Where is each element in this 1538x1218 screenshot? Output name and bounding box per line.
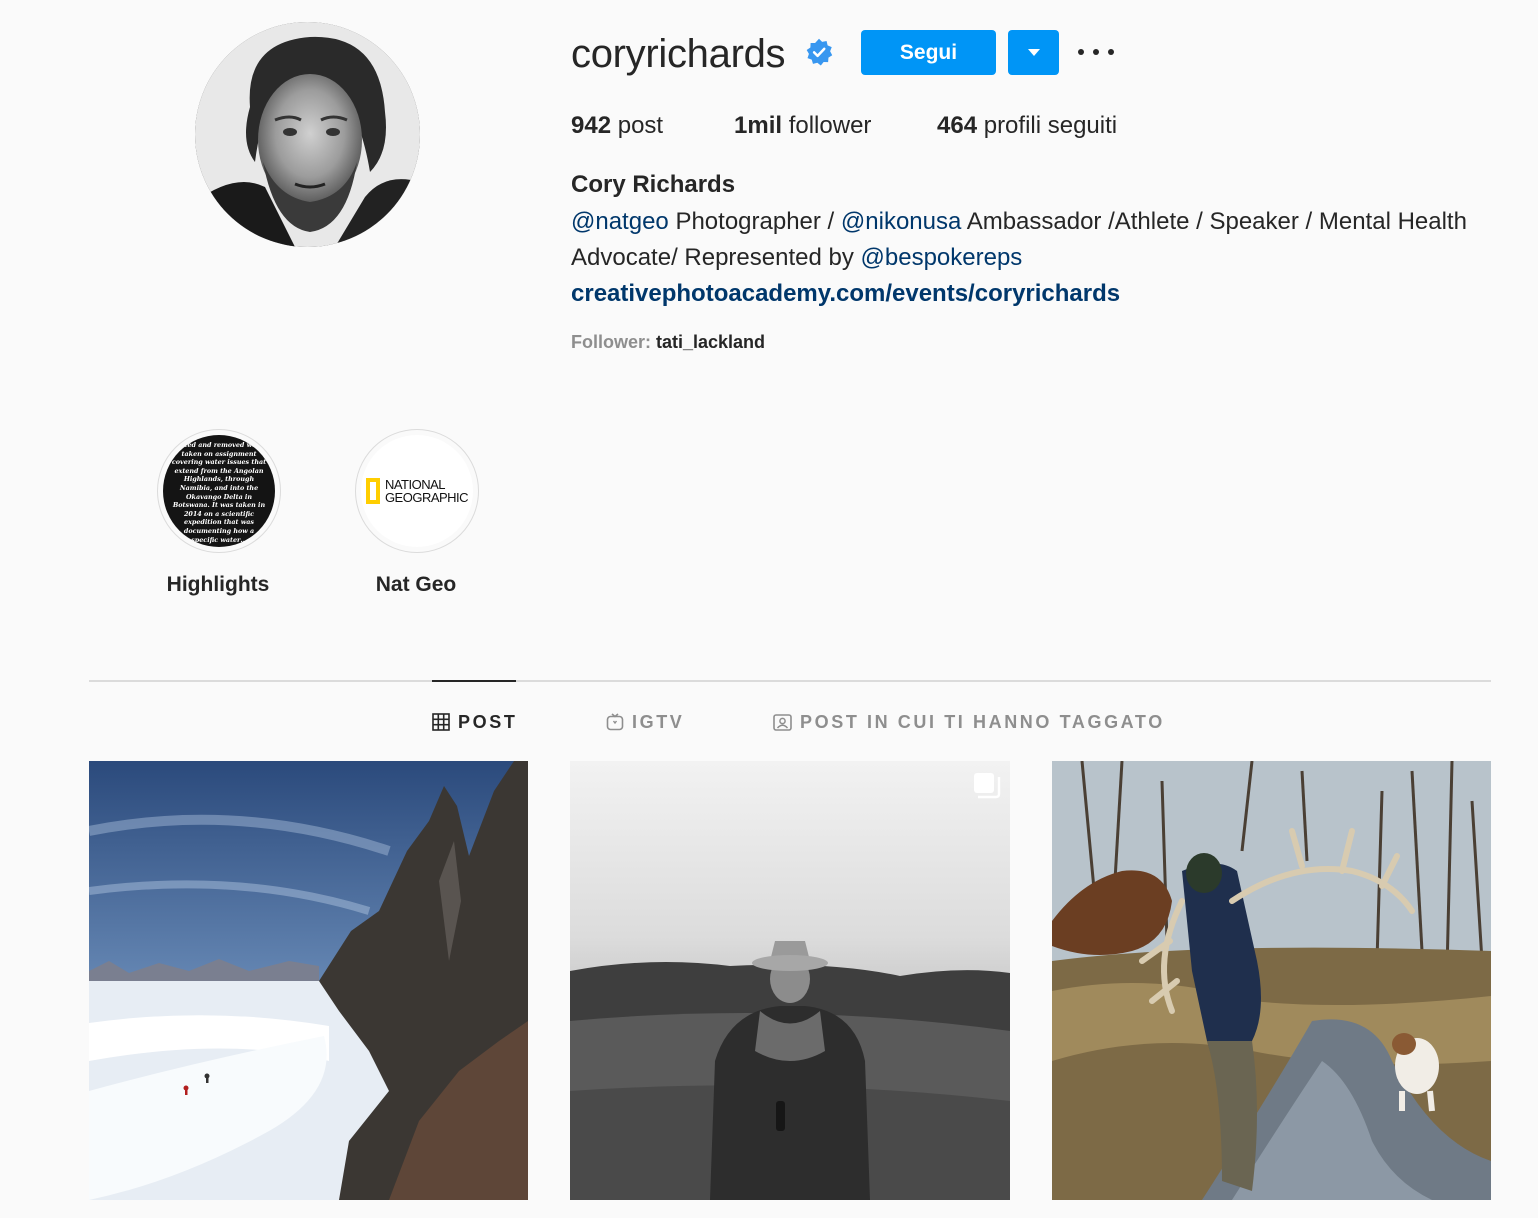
suggested-accounts-button[interactable] bbox=[1008, 30, 1059, 75]
post-thumbnail[interactable] bbox=[89, 761, 528, 1200]
more-dot bbox=[1108, 49, 1114, 55]
follow-button[interactable]: Segui bbox=[861, 30, 996, 75]
tab-label: IGTV bbox=[632, 711, 685, 732]
post-thumbnail[interactable] bbox=[570, 761, 1010, 1200]
followed-by-label: Follower: bbox=[571, 332, 656, 352]
tagged-icon bbox=[773, 714, 792, 731]
mention-natgeo-link[interactable]: @natgeo bbox=[571, 208, 669, 235]
website-link[interactable]: creativephotoacademy.com/events/coryrich… bbox=[571, 280, 1120, 307]
mountain-glacier-image bbox=[89, 761, 528, 1200]
more-options-icon bbox=[1078, 49, 1084, 55]
followers-count[interactable]: 1mil follower bbox=[734, 111, 871, 141]
username: coryrichards bbox=[571, 32, 786, 76]
more-options-button[interactable] bbox=[1078, 38, 1114, 66]
active-tab-indicator bbox=[432, 680, 516, 682]
bio: @natgeo Photographer / @nikonusa Ambassa… bbox=[571, 204, 1471, 312]
mention-nikonusa-link[interactable]: @nikonusa bbox=[841, 208, 961, 235]
highlight-highlights[interactable]: …ted and removed was taken on assignment… bbox=[157, 429, 281, 553]
portrait-cowboy-image bbox=[570, 761, 1010, 1200]
followed-by[interactable]: Follower: tati_lackland bbox=[571, 331, 765, 353]
more-dot bbox=[1093, 49, 1099, 55]
tab-post[interactable]: POST bbox=[432, 710, 517, 734]
bio-text: Photographer / bbox=[668, 208, 841, 235]
logo-line2: GEOGRAPHIC bbox=[384, 490, 469, 505]
highlight-label[interactable]: Highlights bbox=[118, 572, 318, 598]
yellow-frame-icon bbox=[365, 478, 380, 504]
elk-antlers-hunter-image bbox=[1052, 761, 1491, 1200]
posts-count: 942 post bbox=[571, 111, 663, 141]
posts-count-label: post bbox=[617, 112, 664, 139]
posts-count-value: 942 bbox=[571, 112, 612, 139]
following-count-value: 464 bbox=[937, 112, 978, 139]
full-name: Cory Richards bbox=[571, 171, 736, 198]
caret-down-icon bbox=[1027, 49, 1040, 56]
verified-badge-icon bbox=[805, 38, 833, 66]
igtv-icon bbox=[606, 713, 624, 731]
post-thumbnail[interactable] bbox=[1052, 761, 1491, 1200]
tabs-divider bbox=[89, 680, 1491, 682]
following-count[interactable]: 464 profili seguiti bbox=[937, 111, 1117, 141]
profile-avatar[interactable] bbox=[195, 22, 420, 247]
followers-count-label: follower bbox=[788, 112, 872, 139]
following-count-label: profili seguiti bbox=[983, 112, 1118, 139]
highlight-label[interactable]: Nat Geo bbox=[316, 572, 516, 598]
followers-count-value: 1mil bbox=[734, 112, 783, 139]
highlight-cover-text: …ted and removed was taken on assignment… bbox=[163, 435, 275, 547]
tab-tagged[interactable]: POST IN CUI TI HANNO TAGGATO bbox=[773, 710, 1165, 734]
highlight-nat-geo[interactable]: NATIONAL GEOGRAPHIC bbox=[355, 429, 479, 553]
mention-bespokereps-link[interactable]: @bespokereps bbox=[861, 244, 1023, 271]
tab-label: POST IN CUI TI HANNO TAGGATO bbox=[800, 711, 1165, 732]
tab-igtv[interactable]: IGTV bbox=[606, 710, 684, 734]
national-geographic-logo: NATIONAL GEOGRAPHIC bbox=[361, 435, 473, 547]
grid-icon bbox=[432, 713, 450, 731]
tab-label: POST bbox=[458, 711, 518, 732]
followed-by-user: tati_lackland bbox=[656, 332, 766, 352]
